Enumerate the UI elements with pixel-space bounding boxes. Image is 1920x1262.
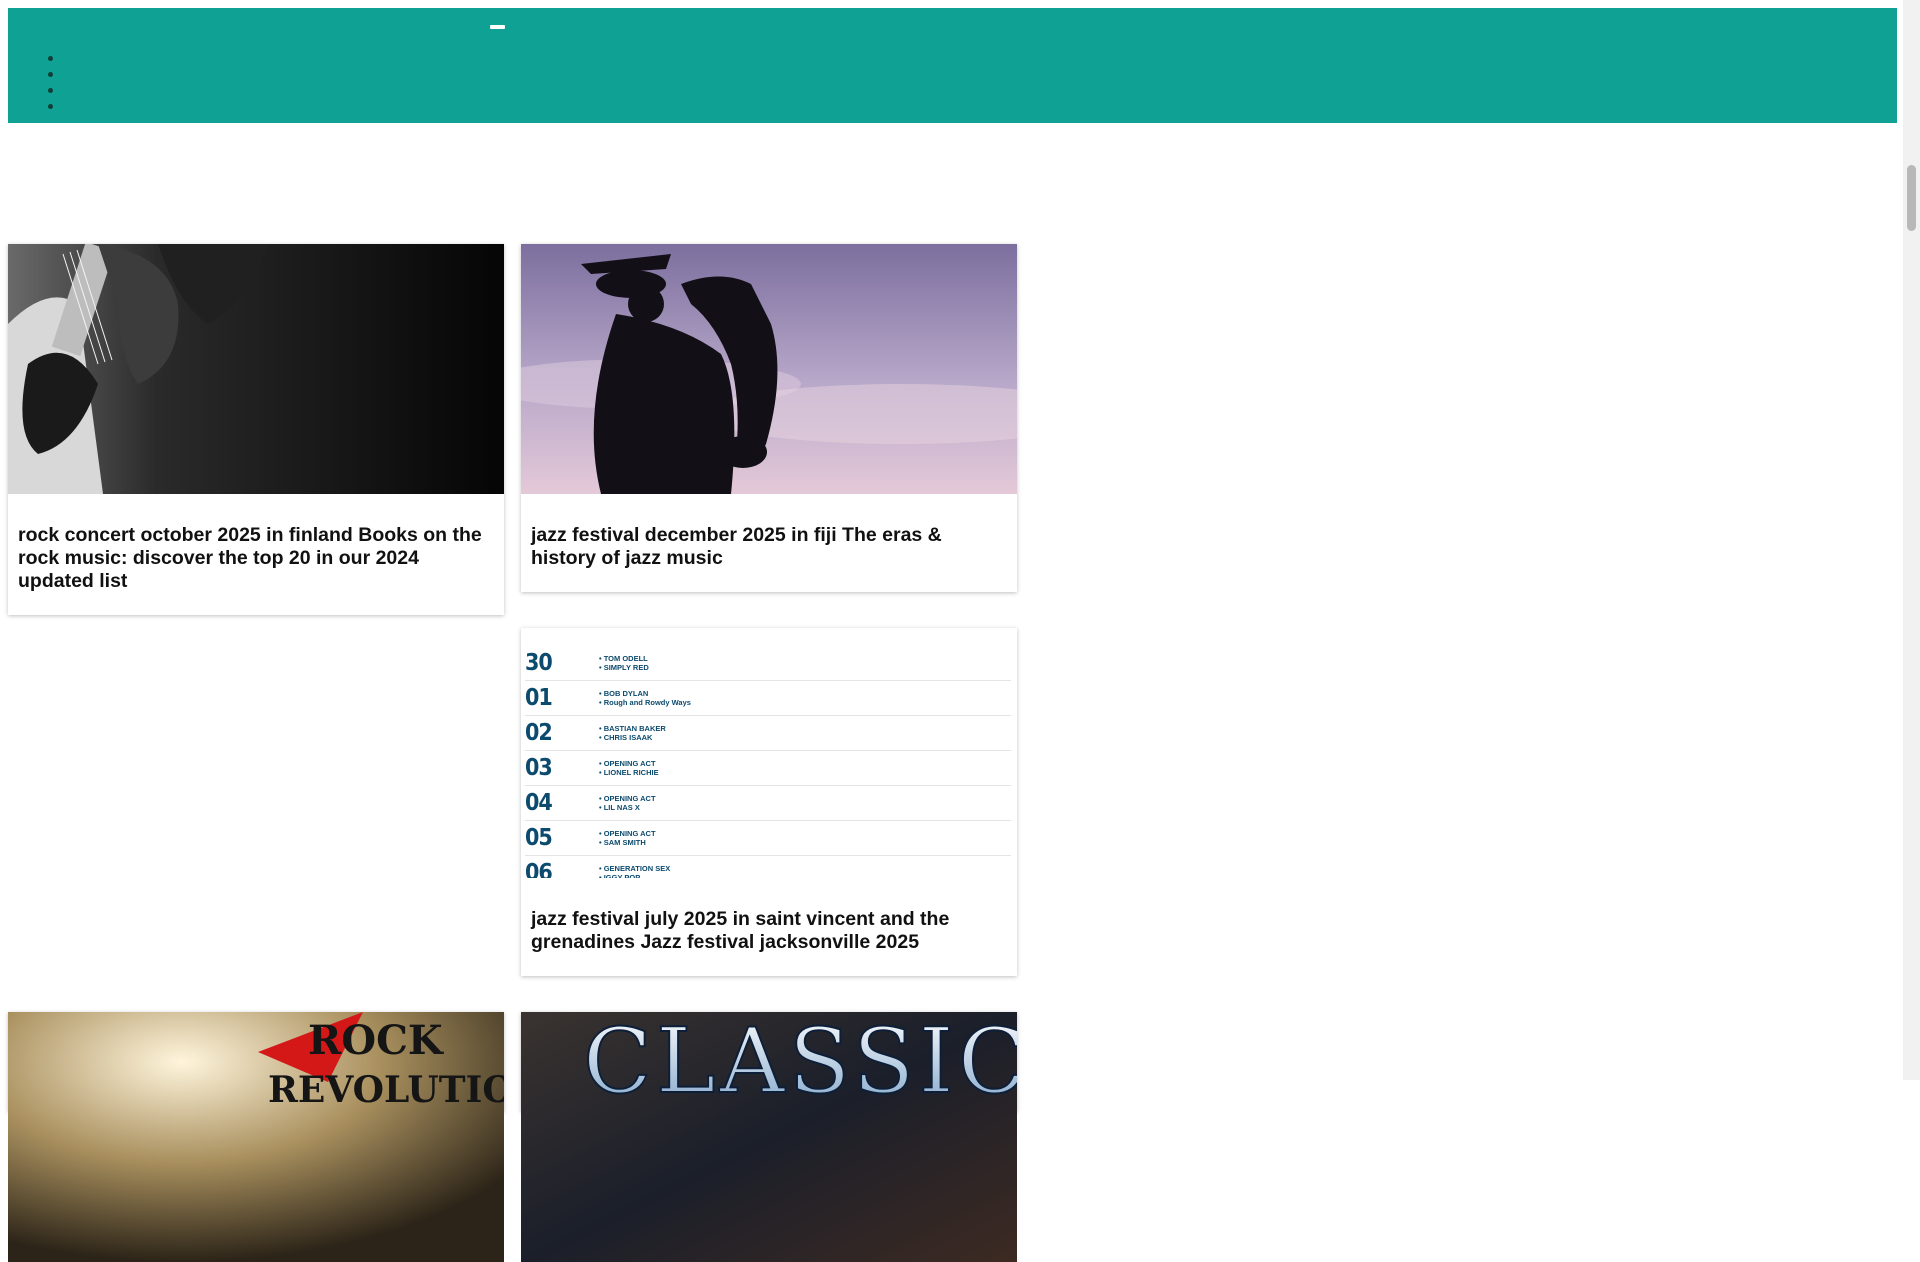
schedule-act: GENERATION SEX xyxy=(599,864,671,873)
article-title[interactable]: rock concert october 2025 in finland Boo… xyxy=(8,494,504,615)
scrollbar[interactable] xyxy=(1903,0,1920,1080)
schedule-day: 02 xyxy=(525,720,553,746)
schedule-acts: BOB DYLANRough and Rowdy Ways xyxy=(599,689,691,707)
schedule-day: 05 xyxy=(525,825,553,851)
schedule-acts: OPENING ACTLIONEL RICHIE xyxy=(599,759,659,777)
rock-revolution-poster[interactable]: ROCK REVOLUTION xyxy=(8,1012,504,1262)
nav-menu xyxy=(48,50,60,114)
schedule-act: BASTIAN BAKER xyxy=(599,724,666,733)
svg-text:REVOLUTION: REVOLUTION xyxy=(268,1069,504,1111)
article-card[interactable]: jazz festival december 2025 in fiji The … xyxy=(521,244,1017,592)
schedule-acts: OPENING ACTSAM SMITH xyxy=(599,829,656,847)
article-card[interactable]: ROCK REVOLUTION xyxy=(8,1012,504,1262)
article-card[interactable]: 30 TOM ODELLSIMPLY RED 01 BOB DYLANRough an… xyxy=(521,628,1017,976)
schedule-day: 30 xyxy=(525,650,553,676)
schedule-acts: OPENING ACTLIL NAS X xyxy=(599,794,656,812)
schedule-day: 01 xyxy=(525,685,553,711)
schedule-act: LIL NAS X xyxy=(599,803,656,812)
article-title[interactable]: jazz festival july 2025 in saint vincent… xyxy=(521,878,1017,976)
schedule-act: BOB DYLAN xyxy=(599,689,691,698)
saxophonist-silhouette[interactable] xyxy=(521,244,1017,494)
article-title[interactable]: jazz festival december 2025 in fiji The … xyxy=(521,494,1017,592)
schedule-day: 04 xyxy=(525,790,553,816)
schedule-row: 06 GENERATION SEXIGGY POP xyxy=(525,856,1011,878)
classic-poster[interactable]: CLASSIC xyxy=(521,1012,1017,1262)
poster-text: ROCK xyxy=(308,1017,444,1064)
schedule-day: 03 xyxy=(525,755,553,781)
schedule-row: 05 OPENING ACTSAM SMITH xyxy=(525,821,1011,856)
schedule-acts: BASTIAN BAKERCHRIS ISAAK xyxy=(599,724,666,742)
schedule-act: SAM SMITH xyxy=(599,838,656,847)
svg-text:CLASSIC: CLASSIC xyxy=(583,1012,1017,1114)
schedule-act: IGGY POP xyxy=(599,873,670,878)
schedule-act: Rough and Rowdy Ways xyxy=(599,698,691,707)
schedule-act: OPENING ACT xyxy=(599,829,656,838)
schedule-act: OPENING ACT xyxy=(599,794,656,803)
schedule-column-left: 30 TOM ODELLSIMPLY RED 01 BOB DYLANRough an… xyxy=(521,628,1017,878)
schedule-row: 04 OPENING ACTLIL NAS X xyxy=(525,786,1011,821)
hamburger-icon[interactable] xyxy=(490,25,505,29)
schedule-act: TOM ODELL xyxy=(599,654,649,663)
article-card[interactable]: CLASSIC xyxy=(521,1012,1017,1262)
nav-item[interactable] xyxy=(48,50,60,66)
schedule-acts: GENERATION SEXIGGY POP xyxy=(599,864,671,878)
site-header xyxy=(8,8,1897,123)
schedule-act: OPENING ACT xyxy=(599,759,659,768)
article-card[interactable]: rock concert october 2025 in finland Boo… xyxy=(8,244,504,615)
nav-item[interactable] xyxy=(48,66,60,82)
schedule-act: LIONEL RICHIE xyxy=(599,768,659,777)
festival-schedule-poster[interactable]: 30 TOM ODELLSIMPLY RED 01 BOB DYLANRough an… xyxy=(521,628,1017,878)
schedule-row: 30 TOM ODELLSIMPLY RED xyxy=(525,646,1011,681)
schedule-acts: TOM ODELLSIMPLY RED xyxy=(599,654,649,672)
schedule-act: CHRIS ISAAK xyxy=(599,733,666,742)
schedule-act: SIMPLY RED xyxy=(599,663,649,672)
schedule-row: 01 BOB DYLANRough and Rowdy Ways xyxy=(525,681,1011,716)
scrollbar-thumb[interactable] xyxy=(1907,165,1916,231)
schedule-row: 03 OPENING ACTLIONEL RICHIE xyxy=(525,751,1011,786)
nav-item[interactable] xyxy=(48,98,60,114)
schedule-row: 02 BASTIAN BAKERCHRIS ISAAK xyxy=(525,716,1011,751)
nav-item[interactable] xyxy=(48,82,60,98)
guitarist-photo[interactable] xyxy=(8,244,504,494)
schedule-day: 06 xyxy=(525,860,553,878)
